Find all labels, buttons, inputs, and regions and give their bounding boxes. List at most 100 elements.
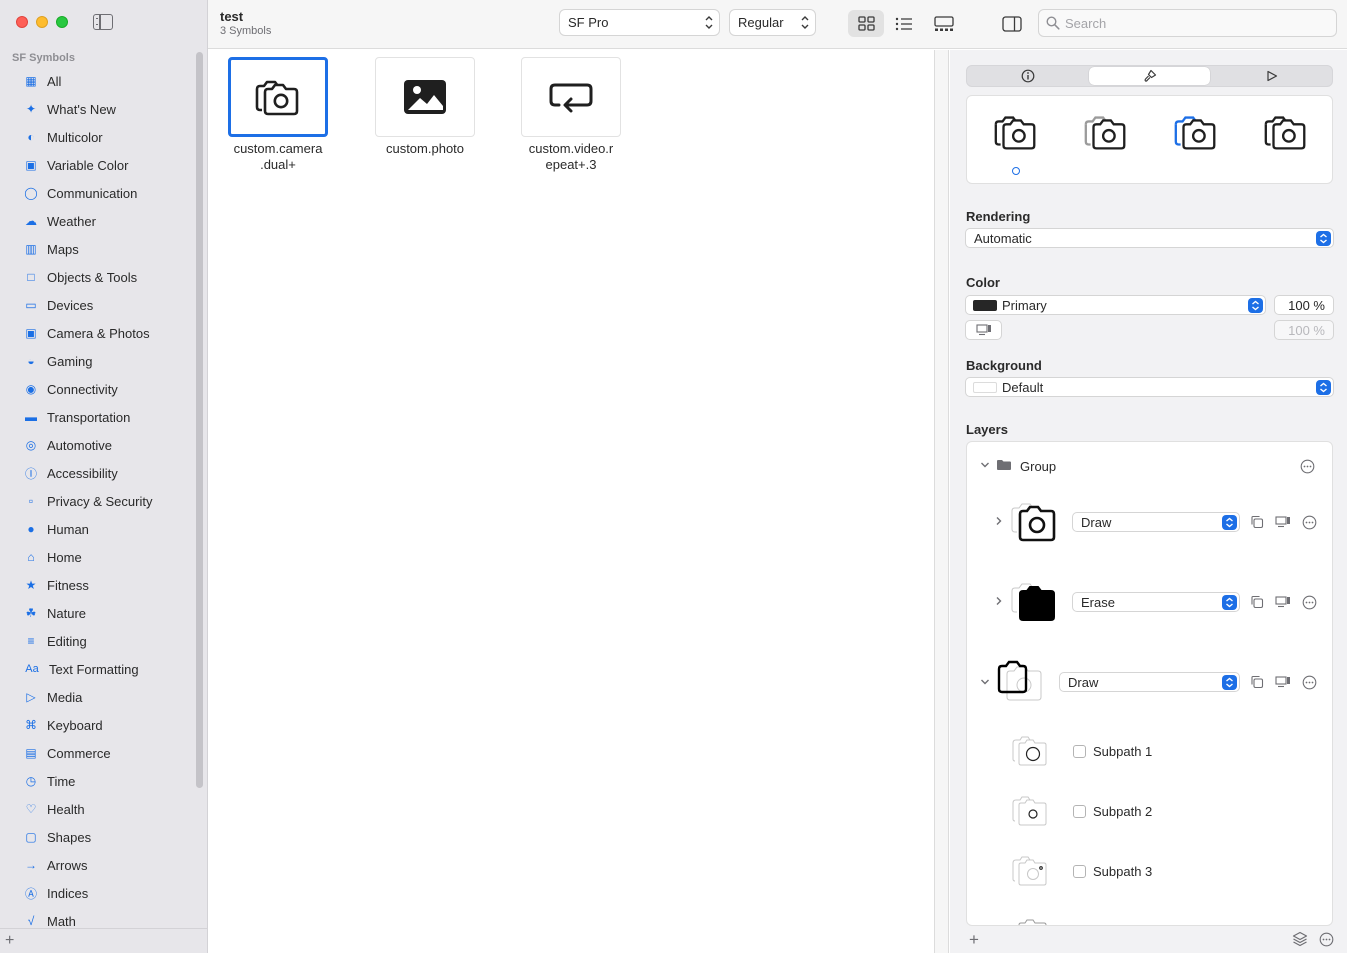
chevron-down-icon[interactable] bbox=[980, 460, 990, 472]
subpath-1-checkbox[interactable] bbox=[1073, 745, 1086, 758]
tab-animation[interactable] bbox=[1211, 67, 1332, 85]
layer2-mode-popup[interactable]: Erase bbox=[1072, 592, 1240, 612]
add-collection-button[interactable]: + bbox=[5, 932, 14, 950]
sidebar-item-nature[interactable]: ☘ Nature bbox=[0, 599, 196, 627]
sidebar-item-devices[interactable]: ▭ Devices bbox=[0, 291, 196, 319]
sidebar-item-home[interactable]: ⌂ Home bbox=[0, 543, 196, 571]
updown-chevron-icon bbox=[1222, 515, 1237, 530]
tab-customize[interactable] bbox=[1089, 67, 1210, 85]
hierarchical-preview-icon[interactable] bbox=[1081, 112, 1131, 152]
primary-color-popup[interactable]: Primary bbox=[965, 295, 1266, 315]
sidebar-item-camera-photos[interactable]: ▣ Camera & Photos bbox=[0, 319, 196, 347]
sidebar-item-editing[interactable]: ≡ Editing bbox=[0, 627, 196, 655]
duplicate-icon[interactable] bbox=[1250, 675, 1264, 689]
sidebar-item-math[interactable]: √ Math bbox=[0, 907, 196, 935]
subpath-2-checkbox[interactable] bbox=[1073, 805, 1086, 818]
sidebar-item-accessibility[interactable]: Ⓘ Accessibility bbox=[0, 459, 196, 487]
search-placeholder: Search bbox=[1065, 15, 1107, 31]
chevron-down-icon[interactable] bbox=[980, 677, 990, 689]
display-color-icon[interactable] bbox=[1275, 516, 1291, 528]
background-popup[interactable]: Default bbox=[965, 377, 1334, 397]
inspector-toggle-button[interactable] bbox=[994, 10, 1030, 37]
chevron-right-icon[interactable] bbox=[995, 516, 1003, 529]
display-color-icon[interactable] bbox=[1275, 596, 1291, 608]
search-icon bbox=[1046, 16, 1060, 30]
symbol-grid: custom.camera .dual+ custom.photo custom… bbox=[208, 50, 935, 953]
sidebar-item-commerce[interactable]: ▤ Commerce bbox=[0, 739, 196, 767]
updown-chevron-icon bbox=[1316, 380, 1331, 395]
sidebar-item-health[interactable]: ♡ Health bbox=[0, 795, 196, 823]
sidebar-scrollbar[interactable] bbox=[196, 52, 203, 788]
sidebar-item-all[interactable]: ▦ All bbox=[0, 67, 196, 95]
sidebar-item-automotive[interactable]: ◎ Automotive bbox=[0, 431, 196, 459]
sidebar-item-what-s-new[interactable]: ✦ What's New bbox=[0, 95, 196, 123]
zoom-window-button[interactable] bbox=[56, 16, 68, 28]
sidebar-item-keyboard[interactable]: ⌘ Keyboard bbox=[0, 711, 196, 739]
sidebar-item-label: Health bbox=[47, 801, 85, 817]
subpath-thumbnail-icon bbox=[1012, 796, 1047, 826]
monochrome-preview-icon[interactable] bbox=[991, 112, 1041, 152]
layer-group-label: Group bbox=[1020, 459, 1057, 474]
command-icon: ⌘ bbox=[25, 718, 37, 732]
ellipsis-circle-icon[interactable] bbox=[1302, 515, 1317, 530]
minimize-window-button[interactable] bbox=[36, 16, 48, 28]
ellipsis-circle-icon[interactable] bbox=[1300, 459, 1315, 474]
sidebar-item-weather[interactable]: ☁ Weather bbox=[0, 207, 196, 235]
layer2-mode-value: Erase bbox=[1081, 594, 1115, 610]
display-color-icon[interactable] bbox=[1275, 676, 1291, 688]
duplicate-icon[interactable] bbox=[1250, 515, 1264, 529]
sidebar-item-shapes[interactable]: ▢ Shapes bbox=[0, 823, 196, 851]
sidebar-item-media[interactable]: ▷ Media bbox=[0, 683, 196, 711]
symbol-tile-photo[interactable] bbox=[375, 57, 475, 137]
multicolor-preview-icon[interactable] bbox=[1261, 112, 1311, 152]
palette-preview-icon[interactable] bbox=[1171, 112, 1221, 152]
subpath-thumbnail-icon bbox=[1012, 856, 1047, 886]
sidebar-item-variable-color[interactable]: ▣ Variable Color bbox=[0, 151, 196, 179]
symbol-name-line2: .dual+ bbox=[260, 157, 296, 172]
display-icon: ▭ bbox=[25, 298, 37, 312]
sidebar-item-time[interactable]: ◷ Time bbox=[0, 767, 196, 795]
subpath-2-label: Subpath 2 bbox=[1093, 804, 1153, 819]
secondary-opacity-field[interactable]: 100 % bbox=[1274, 320, 1334, 340]
chevron-right-icon[interactable] bbox=[995, 596, 1003, 609]
ellipsis-circle-icon[interactable] bbox=[1302, 675, 1317, 690]
ellipsis-circle-icon[interactable] bbox=[1302, 595, 1317, 610]
font-family-popup[interactable]: SF Pro bbox=[559, 9, 720, 36]
sidebar-item-connectivity[interactable]: ◉ Connectivity bbox=[0, 375, 196, 403]
layers-stack-icon[interactable] bbox=[1292, 931, 1308, 947]
secondary-color-button[interactable] bbox=[965, 320, 1002, 340]
sidebar-item-fitness[interactable]: ★ Fitness bbox=[0, 571, 196, 599]
sidebar-item-privacy-security[interactable]: ▫ Privacy & Security bbox=[0, 487, 196, 515]
duplicate-icon[interactable] bbox=[1250, 595, 1264, 609]
sidebar-item-indices[interactable]: Ⓐ Indices bbox=[0, 879, 196, 907]
rendering-mode-popup[interactable]: Automatic bbox=[965, 228, 1334, 248]
rendering-mode-value: Automatic bbox=[974, 230, 1032, 246]
sidebar-item-maps[interactable]: ▥ Maps bbox=[0, 235, 196, 263]
layer3-mode-popup[interactable]: Draw bbox=[1059, 672, 1240, 692]
layer1-mode-popup[interactable]: Draw bbox=[1072, 512, 1240, 532]
sidebar-item-human[interactable]: ● Human bbox=[0, 515, 196, 543]
sidebar-item-arrows[interactable]: → Arrows bbox=[0, 851, 196, 879]
subpath-3-checkbox[interactable] bbox=[1073, 865, 1086, 878]
symbol-tile-video-repeat[interactable] bbox=[521, 57, 621, 137]
grid-view-button[interactable] bbox=[848, 10, 884, 37]
font-weight-popup[interactable]: Regular bbox=[729, 9, 816, 36]
tab-info[interactable] bbox=[967, 67, 1088, 85]
background-heading: Background bbox=[966, 358, 1042, 373]
search-field[interactable]: Search bbox=[1038, 9, 1337, 37]
sidebar-item-objects-tools[interactable]: □ Objects & Tools bbox=[0, 263, 196, 291]
ellipsis-circle-icon[interactable] bbox=[1319, 932, 1334, 947]
list-view-button[interactable] bbox=[886, 10, 922, 37]
close-window-button[interactable] bbox=[16, 16, 28, 28]
sidebar-item-text-formatting[interactable]: Aa Text Formatting bbox=[0, 655, 196, 683]
primary-opacity-field[interactable]: 100 % bbox=[1274, 295, 1334, 315]
sidebar-item-transportation[interactable]: ▬ Transportation bbox=[0, 403, 196, 431]
sidebar-toggle-icon[interactable] bbox=[93, 14, 113, 30]
sidebar-item-communication[interactable]: ◯ Communication bbox=[0, 179, 196, 207]
gallery-view-button[interactable] bbox=[926, 10, 962, 37]
sidebar-item-gaming[interactable]: ◒ Gaming bbox=[0, 347, 196, 375]
sidebar-item-label: Time bbox=[47, 773, 76, 789]
sidebar-item-multicolor[interactable]: ◐ Multicolor bbox=[0, 123, 196, 151]
symbol-tile-camera-dual[interactable] bbox=[228, 57, 328, 137]
add-layer-button[interactable]: + bbox=[969, 930, 979, 950]
